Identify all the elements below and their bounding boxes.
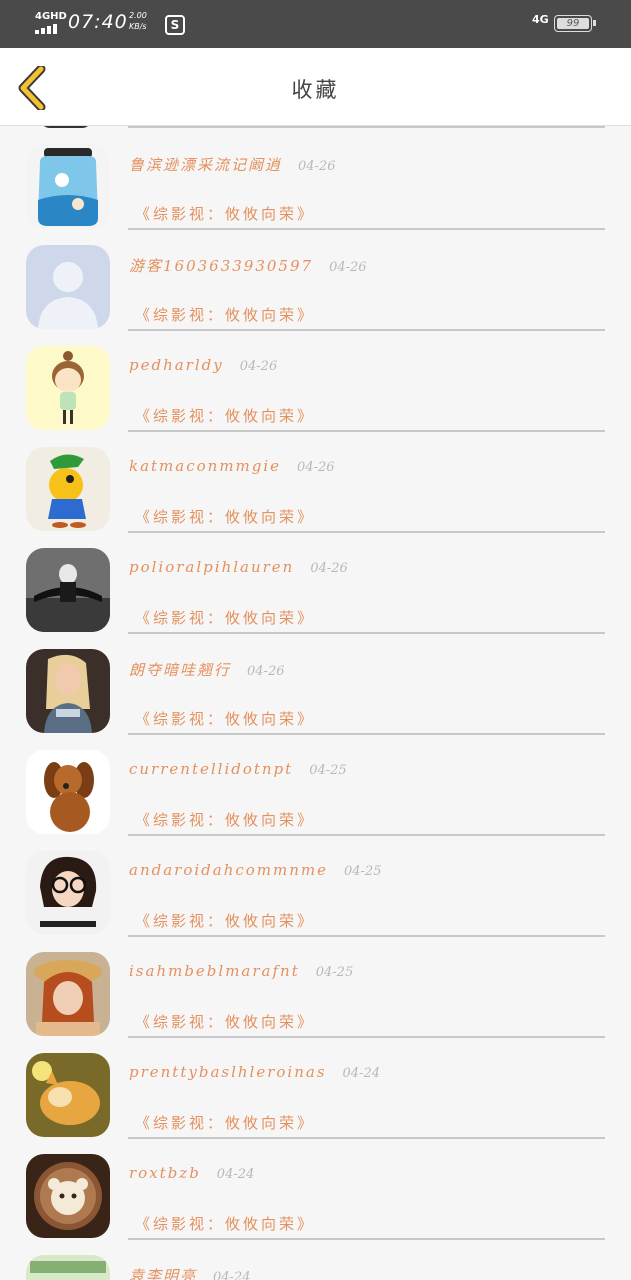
item-date: 04-24 bbox=[216, 1167, 255, 1182]
item-source: 《综影视：攸攸向荣》 bbox=[135, 205, 316, 223]
header: 收藏 bbox=[0, 48, 631, 126]
item-source: 《综影视：攸攸向荣》 bbox=[135, 306, 316, 324]
avatar[interactable] bbox=[26, 1255, 110, 1280]
item-title: 袁李明亮 04-24 bbox=[129, 1265, 251, 1280]
item-source: 《综影视：攸攸向荣》 bbox=[135, 609, 316, 627]
list-item[interactable]: 朗夺暗哇翘行 04-26 《综影视：攸攸向荣》 bbox=[0, 633, 631, 735]
list-item[interactable]: prenttybaslhleroinas 04-24 《综影视：攸攸向荣》 bbox=[0, 1037, 631, 1139]
item-source: 《综影视：攸攸向荣》 bbox=[135, 710, 316, 728]
list-item[interactable]: katmaconmmgie 04-26 《综影视：攸攸向荣》 bbox=[0, 431, 631, 533]
item-source: 《综影视：攸攸向荣》 bbox=[135, 1114, 316, 1132]
network-speed: 2.00 KB/s bbox=[129, 11, 147, 31]
signal-icon bbox=[35, 24, 61, 34]
list-item[interactable]: 游客1603633930597 04-26 《综影视：攸攸向荣》 bbox=[0, 229, 631, 331]
list-item[interactable]: 鲁滨逊漂采流记阚逍 04-26 《综影视：攸攸向荣》 bbox=[0, 128, 631, 230]
network-type: 4GHD bbox=[35, 11, 67, 22]
battery-level: 99 bbox=[557, 18, 589, 29]
list-item[interactable]: polioralpihlauren 04-26 《综影视：攸攸向荣》 bbox=[0, 532, 631, 634]
item-title: andaroidahcommnme 04-25 bbox=[129, 861, 382, 879]
list-item[interactable]: roxtbzb 04-24 《综影视：攸攸向荣》 bbox=[0, 1138, 631, 1240]
item-date: 04-26 bbox=[239, 359, 278, 374]
item-title: currentellidotnpt 04-25 bbox=[129, 760, 347, 778]
item-date: 04-25 bbox=[309, 763, 347, 778]
item-date: 04-26 bbox=[329, 260, 367, 275]
avatar[interactable] bbox=[26, 1154, 110, 1238]
list-item[interactable]: andaroidahcommnme 04-25 《综影视：攸攸向荣》 bbox=[0, 835, 631, 937]
avatar[interactable] bbox=[26, 346, 110, 430]
avatar[interactable] bbox=[26, 245, 110, 329]
avatar[interactable] bbox=[26, 144, 110, 228]
item-date: 04-26 bbox=[297, 460, 335, 475]
item-title: 朗夺暗哇翘行 04-26 bbox=[129, 661, 285, 679]
item-title: prenttybaslhleroinas 04-24 bbox=[129, 1063, 380, 1081]
avatar[interactable] bbox=[26, 750, 110, 834]
item-date: 04-24 bbox=[342, 1066, 380, 1081]
item-title: katmaconmmgie 04-26 bbox=[129, 457, 335, 475]
item-date: 04-26 bbox=[310, 561, 348, 576]
list-item[interactable]: 袁李明亮 04-24 bbox=[0, 1239, 631, 1280]
item-date: 04-26 bbox=[298, 159, 336, 174]
item-title: 鲁滨逊漂采流记阚逍 04-26 bbox=[129, 156, 336, 174]
item-title: roxtbzb 04-24 bbox=[129, 1164, 255, 1182]
clock: 07:40 bbox=[68, 11, 128, 33]
app-notification-icon: S bbox=[165, 15, 185, 35]
item-date: 04-25 bbox=[344, 864, 382, 879]
item-source: 《综影视：攸攸向荣》 bbox=[135, 508, 316, 526]
item-title: pedharldy 04-26 bbox=[129, 356, 278, 374]
avatar[interactable] bbox=[26, 952, 110, 1036]
item-source: 《综影视：攸攸向荣》 bbox=[135, 811, 316, 829]
item-date: 04-24 bbox=[213, 1270, 251, 1280]
item-date: 04-25 bbox=[315, 965, 354, 980]
avatar[interactable] bbox=[26, 649, 110, 733]
avatar[interactable] bbox=[26, 447, 110, 531]
item-source: 《综影视：攸攸向荣》 bbox=[135, 1215, 316, 1233]
avatar[interactable] bbox=[26, 1053, 110, 1137]
status-bar: 4GHD 07:40 2.00 KB/s S 4G 99 bbox=[0, 0, 631, 48]
page-title: 收藏 bbox=[291, 78, 340, 102]
favorites-list: 鲁滨逊漂采流记阚逍 04-26 《综影视：攸攸向荣》 游客160363393059… bbox=[0, 126, 631, 1280]
list-item[interactable]: currentellidotnpt 04-25 《综影视：攸攸向荣》 bbox=[0, 734, 631, 836]
item-date: 04-26 bbox=[247, 664, 285, 679]
network-type-right: 4G bbox=[532, 13, 549, 26]
item-source: 《综影视：攸攸向荣》 bbox=[135, 912, 316, 930]
battery-icon: 99 bbox=[554, 15, 596, 32]
item-title: isahmbeblmarafnt 04-25 bbox=[129, 962, 354, 980]
item-title: polioralpihlauren 04-26 bbox=[129, 558, 348, 576]
item-source: 《综影视：攸攸向荣》 bbox=[135, 1013, 316, 1031]
item-title: 游客1603633930597 04-26 bbox=[129, 257, 367, 275]
avatar[interactable] bbox=[26, 851, 110, 935]
list-item[interactable]: pedharldy 04-26 《综影视：攸攸向荣》 bbox=[0, 330, 631, 432]
list-item[interactable]: isahmbeblmarafnt 04-25 《综影视：攸攸向荣》 bbox=[0, 936, 631, 1038]
item-source: 《综影视：攸攸向荣》 bbox=[135, 407, 316, 425]
avatar[interactable] bbox=[26, 548, 110, 632]
